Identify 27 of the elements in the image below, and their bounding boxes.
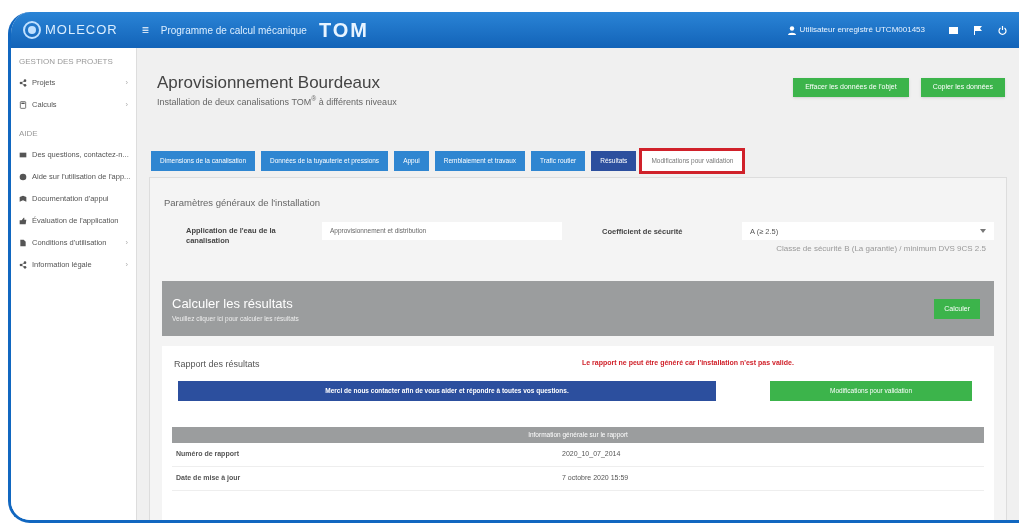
user-name[interactable]: Utilisateur enregistré UTCM001453 — [799, 24, 925, 36]
page-title: Aprovisionnement Bourdeaux — [157, 72, 382, 94]
logo-icon — [23, 21, 41, 39]
section-heading: AIDE — [18, 128, 39, 140]
panel-title: Calculer les résultats — [172, 295, 294, 314]
flag-icon[interactable] — [974, 25, 982, 35]
book-icon — [19, 195, 27, 203]
user-icon — [787, 25, 796, 35]
logo-text: MOLECOR — [45, 21, 118, 40]
power-icon[interactable] — [998, 25, 1007, 35]
share-icon — [19, 79, 27, 87]
logo[interactable]: MOLECOR — [23, 20, 118, 40]
app-title: Programme de calcul mécanique — [160, 23, 307, 38]
page-subtitle: Installation de deux canalisations TOM$^{®}$ à différents niveaux — [157, 95, 397, 109]
dropdown-icon — [980, 229, 986, 234]
section-heading: GESTION DES PROJETS — [18, 56, 114, 68]
calculator-icon — [19, 101, 27, 109]
thumbs-up-icon — [19, 217, 27, 225]
document-icon — [19, 239, 27, 247]
envelope-icon[interactable] — [949, 26, 958, 34]
menu-icon[interactable]: ≡ — [141, 21, 149, 39]
section-title: Paramètres généraux de l'installation — [163, 196, 321, 210]
field-hint: Classe de sécurité B (La garantie) / minimum DVS 9CS 2.5 — [775, 243, 987, 256]
product-logo: TOM — [318, 18, 369, 43]
report-title: Rapport des résultats — [173, 358, 261, 372]
envelope-icon — [19, 151, 27, 159]
share-icon — [19, 261, 27, 269]
